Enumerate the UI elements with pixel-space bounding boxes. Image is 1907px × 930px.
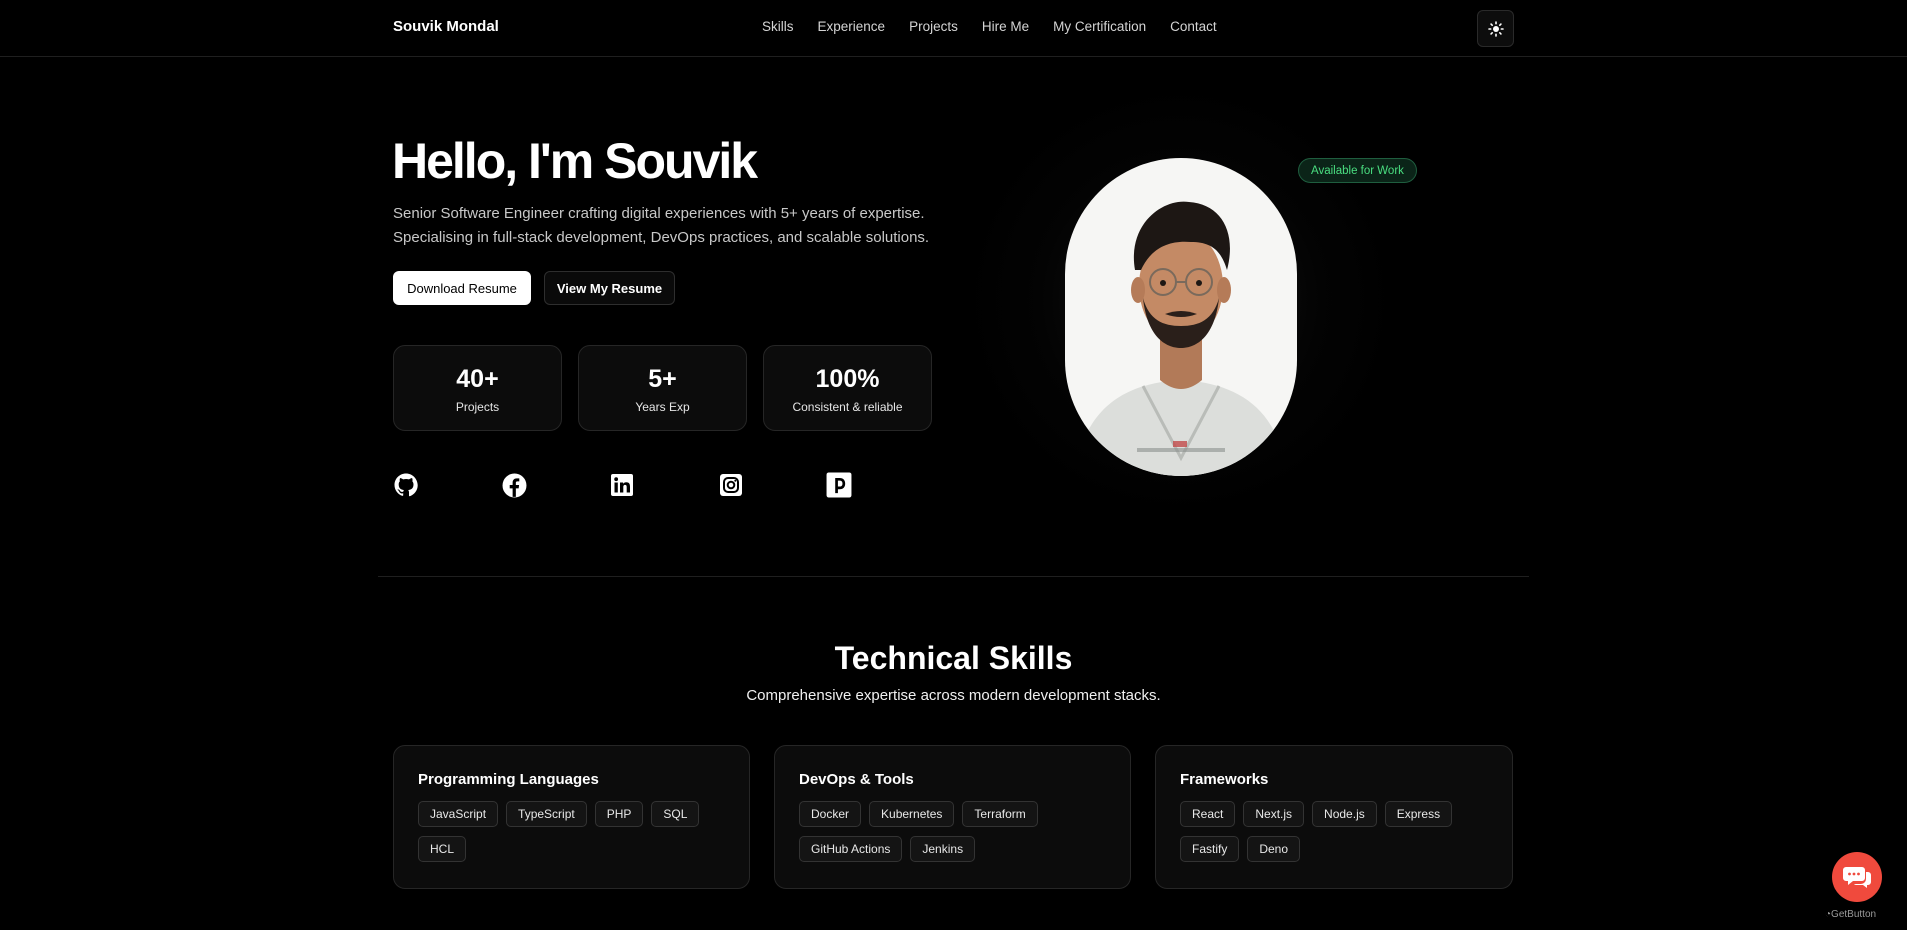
nav-experience[interactable]: Experience [818,19,886,34]
hero-subtitle: Senior Software Engineer crafting digita… [393,202,953,249]
skill-chip: PHP [594,801,644,827]
stat-label: Years Exp [635,400,690,414]
skill-chips: JavaScript TypeScript PHP SQL HCL [418,801,725,862]
skills-title: Technical Skills [834,640,1073,676]
hero-title: Hello, I'm Souvik [392,133,758,189]
facebook-icon[interactable] [501,472,527,498]
main-nav: Skills Experience Projects Hire Me My Ce… [762,19,1241,34]
sun-icon [1487,20,1504,37]
skill-card-title: Frameworks [1180,771,1269,788]
skill-chip: Next.js [1243,801,1305,827]
site-header: Souvik Mondal Skills Experience Projects… [0,0,1907,57]
skill-chip: React [1180,801,1236,827]
skill-chip: JavaScript [418,801,499,827]
hero-subtitle-line1: Senior Software Engineer crafting digita… [393,205,925,222]
skill-chip: Kubernetes [869,801,955,827]
getbutton-credit[interactable]: ◔GetButton [1825,909,1876,920]
skill-chips: Docker Kubernetes Terraform GitHub Actio… [799,801,1106,862]
availability-badge: Available for Work [1298,158,1417,183]
stat-label: Projects [455,400,500,414]
skill-chip: Express [1384,801,1453,827]
section-divider [378,576,1529,577]
skill-card-title: DevOps & Tools [799,771,914,788]
skill-chip: Terraform [962,801,1038,827]
skill-chip: Fastify [1180,836,1240,862]
dev-icon[interactable] [826,472,852,498]
brand-name[interactable]: Souvik Mondal [393,18,499,35]
chat-widget-button[interactable] [1832,852,1882,902]
nav-skills[interactable]: Skills [762,19,794,34]
skill-chip: TypeScript [506,801,587,827]
theme-toggle-button[interactable] [1477,10,1514,47]
profile-avatar [1065,158,1297,476]
chat-bubbles-icon [1843,867,1871,888]
stat-label: Consistent & reliable [792,400,903,414]
stat-card-years: 5+ Years Exp [578,345,747,431]
skill-card-title: Programming Languages [418,771,599,788]
skill-chip: SQL [651,801,700,827]
nav-projects[interactable]: Projects [909,19,958,34]
linkedin-icon[interactable] [609,472,635,498]
nav-contact[interactable]: Contact [1170,19,1217,34]
stat-card-projects: 40+ Projects [393,345,562,431]
view-resume-button[interactable]: View My Resume [544,271,675,305]
getbutton-credit-text: GetButton [1831,909,1877,920]
skill-card-frameworks: Frameworks React Next.js Node.js Express… [1155,745,1513,889]
instagram-icon[interactable] [718,472,744,498]
skill-card-programming-languages: Programming Languages JavaScript TypeScr… [393,745,750,889]
stat-value: 5+ [648,365,677,393]
stat-card-reliability: 100% Consistent & reliable [763,345,932,431]
skill-chips: React Next.js Node.js Express Fastify De… [1180,801,1488,862]
skill-chip: Jenkins [910,836,976,862]
skill-card-devops-tools: DevOps & Tools Docker Kubernetes Terrafo… [774,745,1131,889]
github-icon[interactable] [393,472,419,498]
skill-chip: GitHub Actions [799,836,903,862]
hero-subtitle-line2: Specialising in full-stack development, … [393,228,930,246]
stat-value: 100% [815,365,880,393]
skill-chip: HCL [418,836,467,862]
skill-chip: Docker [799,801,862,827]
stat-value: 40+ [456,365,499,393]
skills-subtitle: Comprehensive expertise across modern de… [746,687,1161,704]
nav-my-certification[interactable]: My Certification [1053,19,1146,34]
skill-chip: Deno [1247,836,1301,862]
download-resume-button[interactable]: Download Resume [393,271,531,305]
skill-chip: Node.js [1312,801,1377,827]
nav-hire-me[interactable]: Hire Me [982,19,1029,34]
